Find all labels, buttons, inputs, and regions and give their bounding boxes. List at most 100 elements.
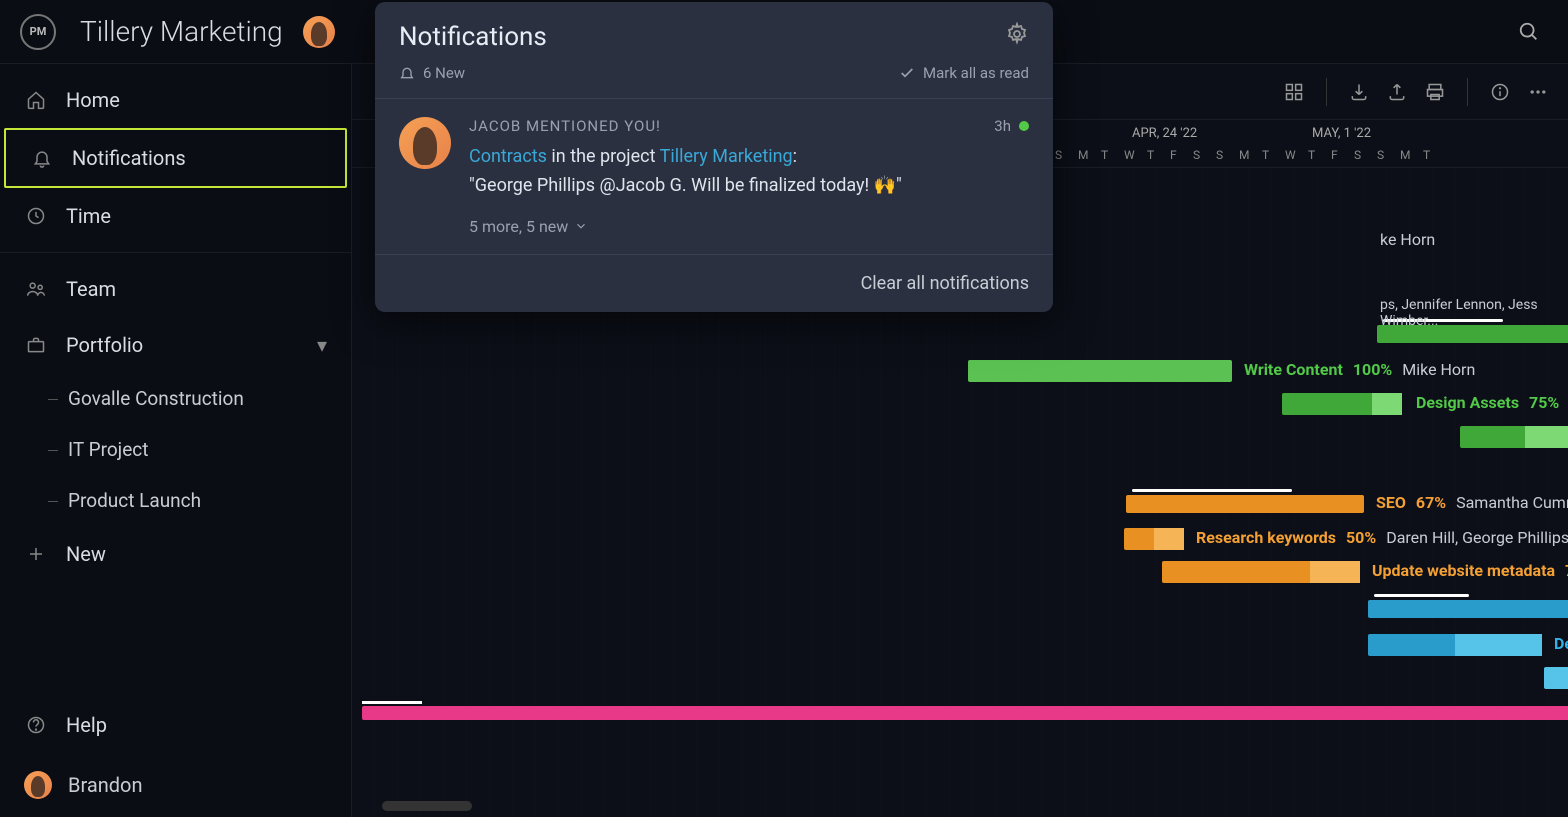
task-title: Research keywords	[1196, 528, 1336, 547]
day-label: T	[1147, 148, 1154, 162]
info-icon[interactable]	[1490, 82, 1510, 102]
more-icon[interactable]	[1528, 82, 1548, 102]
task-assignee: Daren Hill, George Phillips	[1386, 528, 1568, 547]
task-percent: 50%	[1346, 528, 1376, 547]
print-icon[interactable]	[1425, 82, 1445, 102]
team-icon	[24, 279, 48, 299]
bell-icon	[30, 148, 54, 168]
day-label: W	[1285, 148, 1296, 162]
sidebar-user-name: Brandon	[68, 773, 143, 797]
gantt-bar[interactable]	[1460, 426, 1568, 448]
unread-indicator	[1019, 121, 1029, 131]
task-title: Define strategy	[1554, 634, 1568, 653]
notif-heading: JACOB MENTIONED YOU!	[469, 117, 661, 135]
task-title: SEO	[1376, 493, 1406, 512]
upload-icon[interactable]	[1387, 82, 1407, 102]
sidebar: Home Notifications Time Team Portfolio	[0, 64, 352, 817]
check-icon	[899, 65, 915, 81]
grid-icon[interactable]	[1284, 82, 1304, 102]
portfolio-sub-govalle[interactable]: Govalle Construction	[0, 373, 351, 424]
day-label: T	[1308, 148, 1315, 162]
day-label: S	[1354, 148, 1361, 162]
chevron-down-icon: ▾	[317, 333, 327, 357]
task-assignee: Mike Horn	[1402, 360, 1475, 379]
task-title: Design Assets	[1416, 393, 1519, 412]
task-percent: 100%	[1353, 360, 1392, 379]
sidebar-item-home[interactable]: Home	[0, 72, 351, 128]
download-icon[interactable]	[1349, 82, 1369, 102]
day-label: M	[1400, 148, 1410, 162]
sidebar-item-label: New	[66, 542, 106, 566]
day-label: S	[1377, 148, 1384, 162]
sidebar-item-help[interactable]: Help	[0, 697, 351, 753]
task-assignee: Samantha Cummings	[1456, 493, 1568, 512]
sidebar-item-time[interactable]: Time	[0, 188, 351, 244]
gantt-summary-bar[interactable]	[362, 706, 1568, 720]
notif-link-contracts[interactable]: Contracts	[469, 146, 547, 167]
bell-icon	[399, 65, 415, 81]
sidebar-item-label: Help	[66, 713, 107, 737]
gantt-bar[interactable]	[1368, 600, 1568, 618]
gantt-bar[interactable]	[1282, 393, 1402, 415]
sidebar-item-label: Home	[66, 88, 120, 112]
help-icon	[24, 715, 48, 735]
chevron-down-icon	[574, 219, 588, 233]
clear-all-button[interactable]: Clear all notifications	[375, 254, 1053, 312]
sidebar-item-new[interactable]: New	[0, 526, 351, 582]
sidebar-item-label: Portfolio	[66, 333, 143, 357]
gantt-bar[interactable]	[1124, 528, 1184, 550]
user-avatar-icon	[24, 771, 52, 799]
day-label: S	[1055, 148, 1062, 162]
notif-link-project[interactable]: Tillery Marketing	[660, 146, 793, 167]
task-percent: 75%	[1529, 393, 1559, 412]
horizontal-scrollbar[interactable]	[382, 801, 472, 811]
new-count: 6 New	[423, 64, 465, 82]
sidebar-user[interactable]: Brandon	[0, 753, 351, 817]
day-label: F	[1170, 148, 1177, 162]
clock-icon	[24, 206, 48, 226]
mark-all-read-button[interactable]: Mark all as read	[899, 64, 1029, 82]
task-assignee: ke Horn	[1380, 230, 1435, 249]
task-assignee: ps, Jennifer Lennon, Jess Wimber...	[1380, 297, 1568, 329]
home-icon	[24, 90, 48, 110]
sidebar-item-label: Time	[66, 204, 111, 228]
month-label: MAY, 1 '22	[1312, 126, 1371, 141]
notifications-title: Notifications	[399, 22, 547, 52]
plus-icon	[24, 545, 48, 563]
notif-time: 3h	[994, 117, 1011, 135]
app-title: Tillery Marketing	[80, 15, 283, 48]
notification-item[interactable]: JACOB MENTIONED YOU! 3h Contracts in the…	[375, 98, 1053, 254]
search-icon[interactable]	[1510, 13, 1548, 51]
day-label: F	[1331, 148, 1338, 162]
sidebar-item-team[interactable]: Team	[0, 261, 351, 317]
day-label: S	[1193, 148, 1200, 162]
portfolio-sub-it[interactable]: IT Project	[0, 424, 351, 475]
notif-text: Contracts in the project Tillery Marketi…	[469, 143, 1029, 201]
day-label: S	[1216, 148, 1223, 162]
sidebar-item-notifications[interactable]: Notifications	[4, 128, 347, 188]
day-label: T	[1423, 148, 1430, 162]
gantt-bar[interactable]	[1368, 634, 1542, 656]
task-title: Write Content	[1244, 360, 1343, 379]
gantt-bar[interactable]	[1126, 495, 1364, 513]
month-label: APR, 24 '22	[1132, 126, 1197, 141]
gear-icon[interactable]	[1005, 22, 1029, 46]
task-title: Update website metadata	[1372, 561, 1555, 580]
gantt-bar[interactable]	[1162, 561, 1360, 583]
notifications-panel: Notifications 6 New Mark all as read JAC…	[375, 2, 1053, 312]
gantt-bar[interactable]	[968, 360, 1232, 382]
user-avatar-header[interactable]	[303, 16, 335, 48]
notif-avatar-icon	[399, 117, 451, 169]
day-label: M	[1078, 148, 1088, 162]
day-label: T	[1262, 148, 1269, 162]
gantt-bar[interactable]	[1544, 667, 1568, 689]
notif-more-toggle[interactable]: 5 more, 5 new	[469, 217, 1029, 236]
briefcase-icon	[24, 335, 48, 355]
sidebar-item-label: Notifications	[72, 146, 186, 170]
mark-all-label: Mark all as read	[923, 64, 1029, 82]
portfolio-sub-product[interactable]: Product Launch	[0, 475, 351, 526]
task-percent: 67%	[1416, 493, 1446, 512]
sidebar-item-portfolio[interactable]: Portfolio ▾	[0, 317, 351, 373]
app-logo[interactable]: PM	[20, 14, 56, 50]
day-label: T	[1101, 148, 1108, 162]
